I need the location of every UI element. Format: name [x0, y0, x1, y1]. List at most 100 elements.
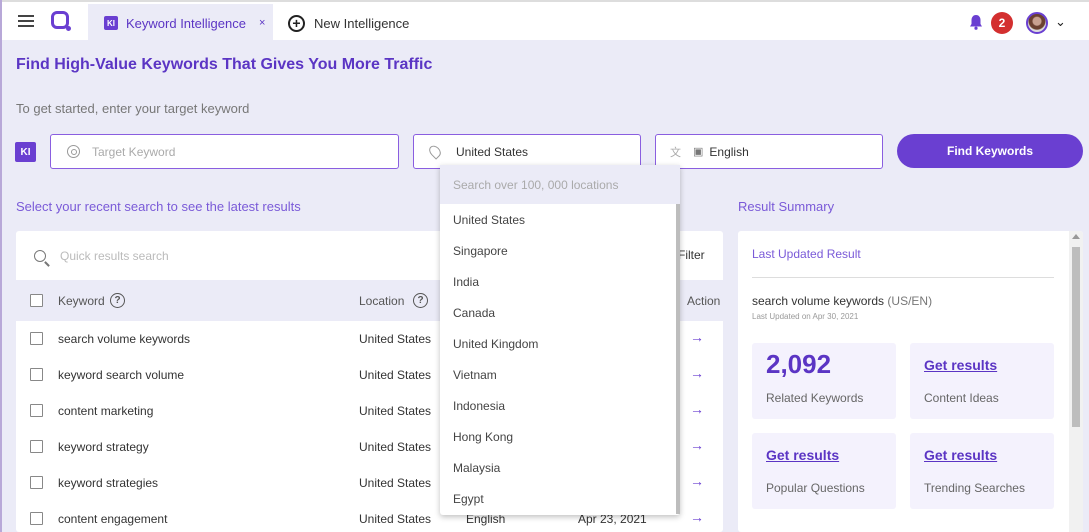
dropdown-scrollbar[interactable] — [676, 204, 680, 514]
row-location: United States — [359, 512, 432, 526]
window-edge — [0, 0, 2, 532]
arrow-right-icon[interactable]: → — [690, 509, 704, 525]
translate-icon: ▣ — [693, 146, 704, 158]
location-value: United States — [456, 144, 529, 159]
tile-label: Trending Searches — [924, 481, 1025, 495]
row-checkbox[interactable] — [30, 368, 43, 381]
tab-keyword-intelligence[interactable]: KI Keyword Intelligence × — [88, 4, 273, 42]
top-bar: KI Keyword Intelligence × + New Intellig… — [2, 0, 1089, 42]
row-checkbox[interactable] — [30, 440, 43, 453]
row-keyword: keyword strategy — [58, 440, 149, 454]
arrow-right-icon[interactable]: → — [690, 473, 704, 489]
scrollbar-thumb[interactable] — [1072, 247, 1080, 427]
location-option[interactable]: Egypt — [440, 483, 680, 514]
location-option[interactable]: Hong Kong — [440, 421, 680, 452]
page-title: Find High-Value Keywords That Gives You … — [16, 56, 433, 73]
page-subtitle: To get started, enter your target keywor… — [16, 101, 250, 116]
result-summary-card: Last Updated Result search volume keywor… — [738, 231, 1083, 532]
arrow-right-icon[interactable]: → — [690, 437, 704, 453]
column-keyword[interactable]: Keyword — [58, 294, 105, 308]
new-tab-label: New Intelligence — [314, 15, 410, 31]
plus-circle-icon: + — [288, 14, 305, 32]
filter-button[interactable]: Filter — [678, 248, 705, 262]
arrow-right-icon[interactable]: → — [690, 329, 704, 345]
find-keywords-button[interactable]: Find Keywords — [897, 134, 1083, 168]
quick-search-input[interactable] — [60, 248, 360, 263]
user-avatar[interactable] — [1026, 12, 1048, 34]
last-updated-result-label: Last Updated Result — [752, 247, 861, 261]
notification-count-badge[interactable]: 2 — [991, 12, 1013, 34]
search-icon — [34, 249, 46, 262]
result-updated-date: Last Updated on Apr 30, 2021 — [752, 312, 859, 321]
related-keywords-tile[interactable]: 2,092 Related Keywords — [752, 343, 896, 419]
result-locale-tag: (US/EN) — [887, 294, 933, 308]
tab-label: Keyword Intelligence — [126, 15, 246, 31]
row-location: United States — [359, 332, 432, 346]
new-intelligence-tab[interactable]: + New Intelligence — [288, 4, 409, 42]
location-option[interactable]: Singapore — [440, 235, 680, 266]
language-value: English — [709, 144, 749, 159]
arrow-right-icon[interactable]: → — [690, 401, 704, 417]
row-keyword: keyword search volume — [58, 368, 185, 382]
row-location: United States — [359, 368, 432, 382]
location-option[interactable]: Malaysia — [440, 452, 680, 483]
location-option[interactable]: Vietnam — [440, 359, 680, 390]
tile-label: Related Keywords — [766, 391, 864, 405]
row-location: United States — [359, 440, 432, 454]
target-keyword-field[interactable] — [50, 134, 399, 169]
scroll-up-icon[interactable] — [1072, 234, 1080, 239]
row-location: United States — [359, 404, 432, 418]
target-keyword-input[interactable] — [92, 144, 398, 159]
result-summary-title: Result Summary — [738, 199, 835, 214]
row-keyword: content engagement — [58, 512, 168, 526]
divider — [752, 277, 1054, 278]
select-all-checkbox[interactable] — [30, 294, 43, 307]
location-field[interactable]: United States — [413, 134, 641, 169]
menu-icon[interactable] — [18, 15, 34, 27]
help-icon[interactable]: ? — [110, 293, 125, 308]
row-keyword: content marketing — [58, 404, 154, 418]
get-results-link[interactable]: Get results — [924, 357, 997, 373]
get-results-link[interactable]: Get results — [766, 447, 839, 463]
row-checkbox[interactable] — [30, 476, 43, 489]
bell-icon[interactable] — [968, 14, 984, 30]
row-location: United States — [359, 476, 432, 490]
location-options: United States Singapore India Canada Uni… — [440, 204, 680, 514]
location-option[interactable]: United States — [440, 204, 680, 235]
tile-label: Popular Questions — [766, 481, 865, 495]
location-option[interactable]: India — [440, 266, 680, 297]
row-checkbox[interactable] — [30, 404, 43, 417]
location-pin-icon — [426, 143, 444, 160]
row-checkbox[interactable] — [30, 512, 43, 525]
row-keyword: keyword strategies — [58, 476, 159, 490]
chevron-down-icon[interactable]: ⌄ — [1055, 14, 1066, 30]
recent-searches-title: Select your recent search to see the lat… — [16, 199, 301, 214]
help-icon[interactable]: ? — [413, 293, 428, 308]
row-checkbox[interactable] — [30, 332, 43, 345]
trending-searches-tile: Get results Trending Searches — [910, 433, 1054, 509]
content-ideas-tile: Get results Content Ideas — [910, 343, 1054, 419]
column-action: Action — [687, 294, 721, 308]
close-icon[interactable]: × — [259, 17, 265, 29]
location-option[interactable]: United Kingdom — [440, 328, 680, 359]
app-logo-icon[interactable] — [51, 11, 71, 31]
target-icon — [67, 145, 80, 158]
location-dropdown: Search over 100, 000 locations United St… — [440, 165, 680, 515]
get-results-link[interactable]: Get results — [924, 447, 997, 463]
language-field[interactable]: 文 ▣ English — [655, 134, 883, 169]
popular-questions-tile: Get results Popular Questions — [752, 433, 896, 509]
related-keywords-count: 2,092 — [766, 349, 832, 379]
ki-badge-icon: KI — [15, 142, 36, 162]
arrow-right-icon[interactable]: → — [690, 365, 704, 381]
location-search-input[interactable]: Search over 100, 000 locations — [440, 165, 680, 204]
location-option[interactable]: Indonesia — [440, 390, 680, 421]
row-keyword: search volume keywords — [58, 332, 191, 346]
result-keyword: search volume keywords (US/EN) — [752, 294, 932, 308]
tile-label: Content Ideas — [924, 391, 999, 405]
result-keyword-text: search volume keywords — [752, 294, 885, 308]
location-option[interactable]: Canada — [440, 297, 680, 328]
column-location[interactable]: Location — [359, 294, 404, 308]
language-icon: 文 — [670, 146, 681, 159]
summary-scrollbar[interactable] — [1069, 231, 1083, 532]
ki-badge-icon: KI — [104, 16, 118, 30]
